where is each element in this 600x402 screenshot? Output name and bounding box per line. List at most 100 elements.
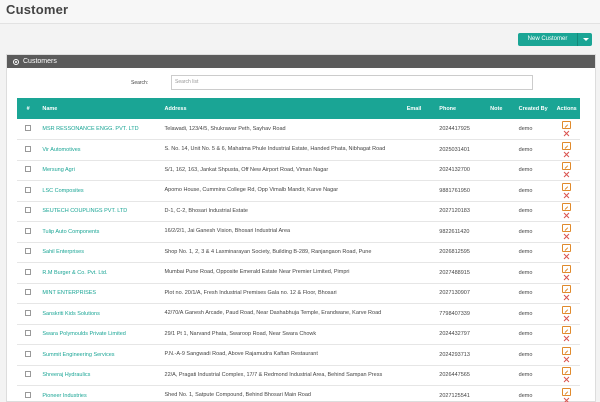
customer-name-link[interactable]: MINT ENTERPRISES [42,290,96,296]
delete-icon[interactable] [563,130,570,137]
note-cell [487,201,515,222]
created-by-cell: demo [518,290,533,297]
edit-icon[interactable] [562,285,572,294]
email-cell [404,304,437,325]
column-header-name[interactable]: Name [39,98,161,119]
delete-icon[interactable] [563,233,570,240]
actions-cell [553,242,580,263]
row-checkbox[interactable] [25,350,32,357]
row-checkbox[interactable] [25,371,32,378]
row-checkbox[interactable] [25,289,32,296]
row-checkbox[interactable] [25,309,32,316]
edit-icon[interactable] [562,264,572,273]
customer-name-link[interactable]: Sanskriti Kids Solutions [42,311,99,317]
customer-name-link[interactable]: Mersung Agri [42,167,74,173]
customer-name-link[interactable]: Shreeraj Hydraulics [42,372,90,378]
delete-icon[interactable] [563,294,570,301]
edit-icon[interactable] [562,203,572,212]
note-cell [487,324,515,345]
edit-icon[interactable] [562,326,572,335]
customers-panel: Customers Search: Search list # Name Add… [6,54,596,402]
column-header-phone[interactable]: Phone [436,98,487,119]
name-cell: Mersung Agri [39,160,161,181]
actions-group [556,162,577,178]
customer-name-link[interactable]: Vir Automotives [42,147,80,153]
created-by-cell: demo [518,146,533,153]
created-by-cell: demo [518,249,533,256]
row-checkbox-cell [17,324,39,345]
column-header-created-by[interactable]: Created By [516,98,554,119]
table-row: MSR RESSONANCE ENGG. PVT. LTD Telawadi, 1… [17,119,580,140]
email-cell [404,160,437,181]
address-cell: Plot no. 20/1/A, Fresh Industrial Premis… [162,283,404,304]
row-checkbox[interactable] [25,125,32,131]
note-cell [487,222,515,243]
note-cell [487,263,515,284]
edit-icon[interactable] [562,121,572,129]
customer-name-link[interactable]: SEUTECH COUPLINGS PVT. LTD [42,208,127,214]
edit-icon[interactable] [562,346,572,355]
row-checkbox-cell [17,345,39,366]
customer-name-link[interactable]: LSC Composites [42,188,83,194]
column-header-note[interactable]: Note [487,98,515,119]
edit-icon[interactable] [562,223,572,232]
edit-icon[interactable] [562,162,572,171]
edit-icon[interactable] [562,182,572,191]
delete-icon[interactable] [563,335,570,342]
delete-icon[interactable] [563,253,570,260]
customer-name-link[interactable]: R.M Burger & Co. Pvt. Ltd. [42,270,107,276]
address-cell: Shed No. 1, Satpute Compound, Behind Bho… [162,386,404,402]
row-checkbox-cell [17,263,39,284]
search-input[interactable]: Search list [171,75,533,90]
customer-name-link[interactable]: Sahil Enterprises [42,249,84,255]
new-customer-button-group: New Customer [518,33,592,46]
created-by-cell: demo [518,310,533,317]
delete-icon[interactable] [563,151,570,158]
edit-icon[interactable] [562,305,572,314]
delete-icon[interactable] [563,376,570,383]
row-checkbox[interactable] [25,166,32,173]
customer-address: D-1, C-2, Bhosari Industrial Estate [164,207,248,214]
delete-icon[interactable] [563,212,570,219]
row-checkbox[interactable] [25,268,32,275]
column-header-email[interactable]: Email [404,98,437,119]
customer-name-link[interactable]: Summit Engineering Services [42,352,114,358]
actions-group [556,387,577,402]
delete-icon[interactable] [563,356,570,363]
actions-cell [553,263,580,284]
phone-cell: 2027130907 [439,290,470,297]
delete-icon[interactable] [563,192,570,199]
customer-name-link[interactable]: MSR RESSONANCE ENGG. PVT. LTD [42,126,138,132]
row-checkbox[interactable] [25,248,32,255]
delete-icon[interactable] [563,315,570,322]
edit-icon[interactable] [562,367,572,376]
delete-icon[interactable] [563,397,570,402]
chevron-down-icon[interactable] [577,33,592,46]
panel-title: Customers [23,58,57,65]
customer-name-link[interactable]: Pioneer Industries [42,393,86,399]
actions-cell [553,160,580,181]
table-header-row: # Name Address Email Phone Note Created … [17,98,580,119]
actions-cell [553,222,580,243]
edit-icon[interactable] [562,244,572,253]
row-checkbox[interactable] [25,330,32,337]
phone-cell: 2024417925 [439,126,470,132]
row-checkbox[interactable] [25,145,32,152]
edit-icon[interactable] [562,141,572,150]
customer-name-link[interactable]: Swara Polymoulds Private Limited [42,331,125,337]
row-checkbox[interactable] [25,227,32,234]
column-header-number[interactable]: # [17,98,39,119]
row-checkbox[interactable] [25,186,32,193]
delete-icon[interactable] [563,171,570,178]
edit-icon[interactable] [562,387,572,396]
name-cell: MINT ENTERPRISES [39,283,161,304]
email-cell [404,181,437,202]
actions-group [556,346,577,363]
new-customer-button[interactable]: New Customer [518,33,577,46]
customer-name-link[interactable]: Tulip Auto Components [42,229,99,235]
row-checkbox[interactable] [25,207,32,214]
column-header-address[interactable]: Address [162,98,404,119]
row-checkbox[interactable] [25,391,32,398]
delete-icon[interactable] [563,274,570,281]
customer-address: S/1, 162, 163, Jankat Shpusta, Off New A… [164,166,329,173]
